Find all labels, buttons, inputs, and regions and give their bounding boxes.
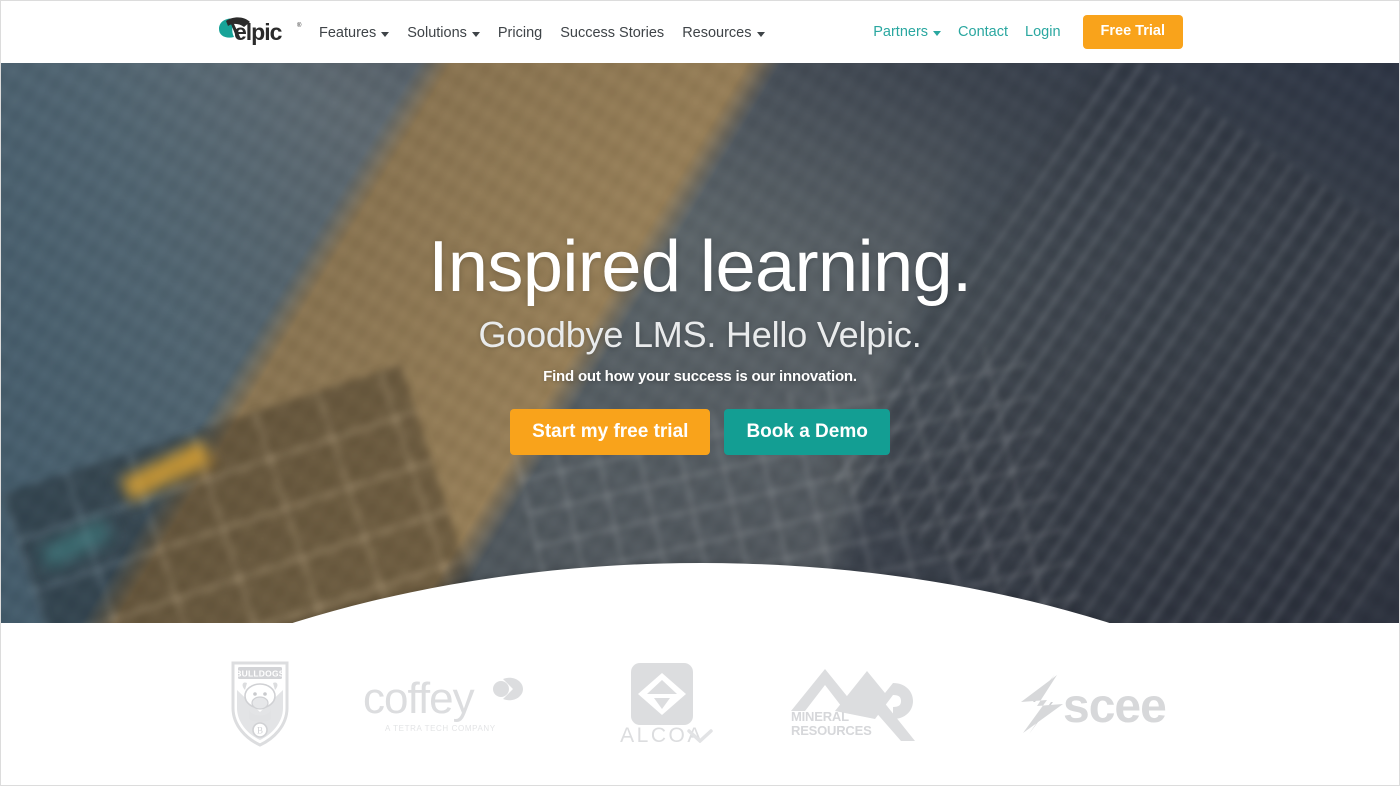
nav-item-success-stories-label: Success Stories xyxy=(560,25,665,41)
client-logo-coffey-subtext: A TETRA TECH COMPANY xyxy=(385,724,496,733)
chevron-down-icon[interactable] xyxy=(687,729,713,743)
chevron-down-icon xyxy=(471,31,480,37)
client-logo-coffey[interactable]: coffey A TETRA TECH COMPANY xyxy=(363,658,535,750)
client-logo-scee-wordmark: scee xyxy=(1063,680,1166,733)
hero-section: Inspired learning. Goodbye LMS. Hello Ve… xyxy=(1,63,1399,623)
client-logo-mineral-resources-line2: RESOURCES xyxy=(791,723,872,738)
nav-item-partners[interactable]: Partners xyxy=(873,24,942,40)
svg-text:B: B xyxy=(257,726,263,736)
primary-nav-links: Features Solutions Pricing Success Stori… xyxy=(319,25,765,41)
hero-background-image xyxy=(1,63,1399,623)
nav-item-resources-label: Resources xyxy=(682,25,752,41)
nav-left-group: elpic ® Features Solutions Pricing Succe… xyxy=(217,15,765,49)
nav-item-solutions-label: Solutions xyxy=(407,25,467,41)
client-logo-mineral-resources[interactable]: MINERAL RESOURCES xyxy=(789,658,939,750)
chevron-down-icon xyxy=(381,31,390,37)
nav-right-group: Partners Contact Login Free Trial xyxy=(873,15,1183,49)
hero-cta-row: Start my free trial Book a Demo xyxy=(1,409,1399,456)
nav-item-solutions[interactable]: Solutions xyxy=(407,25,480,41)
top-navigation-bar: elpic ® Features Solutions Pricing Succe… xyxy=(1,1,1399,63)
nav-item-pricing[interactable]: Pricing xyxy=(498,25,542,41)
velpic-logo[interactable]: elpic ® xyxy=(217,15,305,49)
page-root: elpic ® Features Solutions Pricing Succe… xyxy=(0,0,1400,786)
start-free-trial-button[interactable]: Start my free trial xyxy=(510,409,711,456)
nav-item-pricing-label: Pricing xyxy=(497,25,543,41)
nav-item-contact-label: Contact xyxy=(958,24,1009,40)
nav-item-resources[interactable]: Resources xyxy=(682,25,765,41)
book-a-demo-button[interactable]: Book a Demo xyxy=(724,409,890,456)
client-logo-bulldogs-wordmark: BULLDOGS xyxy=(235,669,284,679)
nav-item-login-label: Login xyxy=(1025,24,1061,40)
client-logo-mineral-resources-line1: MINERAL xyxy=(791,709,849,724)
chevron-down-icon xyxy=(933,30,942,36)
svg-text:®: ® xyxy=(297,22,302,29)
client-logo-strip: BULLDOGS B coffey A TETRA TECH COMPANY A… xyxy=(1,623,1399,785)
nav-item-partners-label: Partners xyxy=(873,24,929,40)
svg-text:elpic: elpic xyxy=(234,19,283,45)
nav-item-login[interactable]: Login xyxy=(1025,24,1060,40)
client-logo-bulldogs[interactable]: BULLDOGS B xyxy=(229,658,291,750)
nav-item-features[interactable]: Features xyxy=(319,25,390,41)
client-logo-coffey-wordmark: coffey xyxy=(363,674,475,723)
nav-item-contact[interactable]: Contact xyxy=(958,24,1008,40)
nav-item-features-label: Features xyxy=(319,25,377,41)
client-logo-scee[interactable]: scee xyxy=(1011,658,1171,750)
chevron-down-icon xyxy=(756,31,765,37)
nav-item-success-stories[interactable]: Success Stories xyxy=(560,25,664,41)
free-trial-button[interactable]: Free Trial xyxy=(1082,15,1183,49)
